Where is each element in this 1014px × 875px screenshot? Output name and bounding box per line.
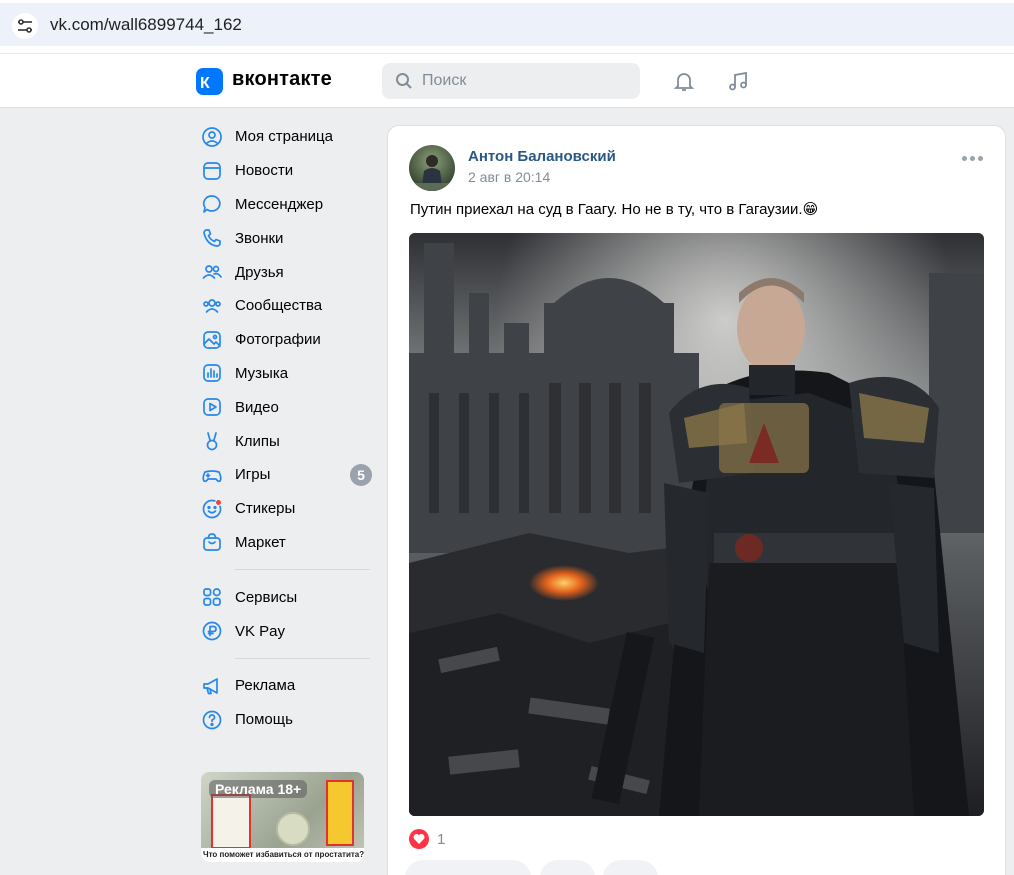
help-icon (201, 709, 223, 731)
post-date[interactable]: 2 авг в 20:14 (468, 169, 550, 185)
ad-label: Реклама 18+ (209, 780, 308, 798)
svg-text:К: К (200, 75, 210, 92)
divider (235, 657, 370, 659)
sidebar-item-clips[interactable]: Клипы (196, 424, 374, 458)
users-icon (201, 261, 223, 283)
sidebar-item-label: Фотографии (235, 331, 321, 349)
sidebar-item-photo[interactable]: Фотографии (196, 323, 374, 357)
site-settings-icon[interactable] (12, 13, 38, 39)
likes-count: 1 (437, 830, 446, 848)
ad-product-image (326, 780, 354, 846)
megaphone-icon (201, 675, 223, 697)
market-icon (201, 531, 223, 553)
sidebar-item-vkpay[interactable]: VK Pay (196, 614, 374, 648)
sidebar-item-video[interactable]: Видео (196, 390, 374, 424)
url-text[interactable]: vk.com/wall6899744_162 (50, 15, 242, 35)
community-icon (201, 295, 223, 317)
sidebar-item-label: Клипы (235, 432, 280, 450)
post-text: Путин приехал на суд в Гаагу. Но не в ту… (410, 201, 819, 218)
sidebar-item-label: Игры (235, 466, 271, 484)
sidebar-item-label: Музыка (235, 364, 289, 382)
photo-icon (201, 329, 223, 351)
sidebar-item-label: Моя страница (235, 128, 333, 146)
sidebar-item-label: Маркет (235, 533, 286, 551)
sidebar-item-gamepad[interactable]: Игры 5 (196, 458, 374, 492)
ad-caption: Что поможет избавиться от простатита? (201, 848, 364, 862)
gamepad-icon (201, 464, 223, 486)
music-player-icon[interactable] (726, 69, 750, 98)
music-icon (201, 362, 223, 384)
phone-icon (201, 227, 223, 249)
heart-icon (409, 829, 429, 849)
author-avatar[interactable] (409, 145, 455, 191)
search-input[interactable]: Поиск (382, 63, 640, 99)
video-icon (201, 396, 223, 418)
ad-product-image (276, 812, 310, 846)
search-placeholder: Поиск (422, 72, 467, 89)
likes-summary[interactable]: 1 (409, 829, 445, 849)
sidebar-item-sticker[interactable]: Стикеры (196, 492, 374, 526)
user-circle-icon (201, 126, 223, 148)
notifications-bell-icon[interactable] (672, 69, 696, 98)
vkpay-icon (201, 620, 223, 642)
address-bar[interactable]: vk.com/wall6899744_162 (0, 3, 1014, 46)
like-button[interactable] (405, 860, 531, 875)
clips-icon (201, 430, 223, 452)
message-icon (201, 193, 223, 215)
post-more-options-icon[interactable] (962, 156, 983, 161)
sidebar-item-music[interactable]: Музыка (196, 357, 374, 391)
sidebar-item-community[interactable]: Сообщества (196, 289, 374, 323)
sidebar-item-label: Помощь (235, 711, 293, 729)
sidebar-item-phone[interactable]: Звонки (196, 221, 374, 255)
counter-badge: 5 (350, 463, 372, 486)
sidebar-item-users[interactable]: Друзья (196, 255, 374, 289)
ad-product-image (211, 794, 251, 849)
sidebar-item-label: VK Pay (235, 622, 286, 640)
divider (235, 569, 370, 571)
post-card: Антон Балановский 2 авг в 20:14 Путин пр… (387, 125, 1006, 875)
sidebar-item-label: Сервисы (235, 588, 298, 606)
share-button[interactable] (603, 860, 658, 875)
sidebar-item-label: Новости (235, 162, 294, 180)
sidebar-ad-banner[interactable]: Реклама 18+ Что поможет избавиться от пр… (201, 772, 364, 862)
sidebar-item-label: Стикеры (235, 500, 296, 518)
vk-logo-icon[interactable]: К (196, 68, 223, 95)
sidebar-item-label: Реклама (235, 677, 296, 695)
sidebar-item-help[interactable]: Помощь (196, 703, 374, 737)
newsfeed-icon (201, 160, 223, 182)
sidebar-item-services[interactable]: Сервисы (196, 580, 374, 614)
sidebar-item-label: Сообщества (235, 297, 323, 315)
sidebar-item-label: Видео (235, 398, 279, 416)
post-author-name[interactable]: Антон Балановский (468, 148, 616, 165)
notification-dot (215, 498, 222, 506)
services-icon (201, 586, 223, 608)
site-header: К вконтакте Поиск (0, 54, 1014, 108)
sidebar-item-label: Мессенджер (235, 195, 324, 213)
sidebar-item-newsfeed[interactable]: Новости (196, 154, 374, 188)
comment-button[interactable] (540, 860, 595, 875)
sidebar-item-message[interactable]: Мессенджер (196, 188, 374, 222)
browser-toolbar: vk.com/wall6899744_162 (0, 0, 1014, 54)
logo-text[interactable]: вконтакте (232, 68, 332, 91)
sidebar-item-label: Друзья (235, 263, 284, 281)
sidebar-item-market[interactable]: Маркет (196, 526, 374, 560)
post-photo[interactable] (409, 233, 984, 816)
sidebar-item-megaphone[interactable]: Реклама (196, 669, 374, 703)
left-navigation: Моя страница Новости Мессенджер Звонки Друзь… (196, 120, 374, 737)
sidebar-item-user-circle[interactable]: Моя страница (196, 120, 374, 154)
search-icon (395, 72, 413, 95)
sidebar-item-label: Звонки (235, 229, 284, 247)
